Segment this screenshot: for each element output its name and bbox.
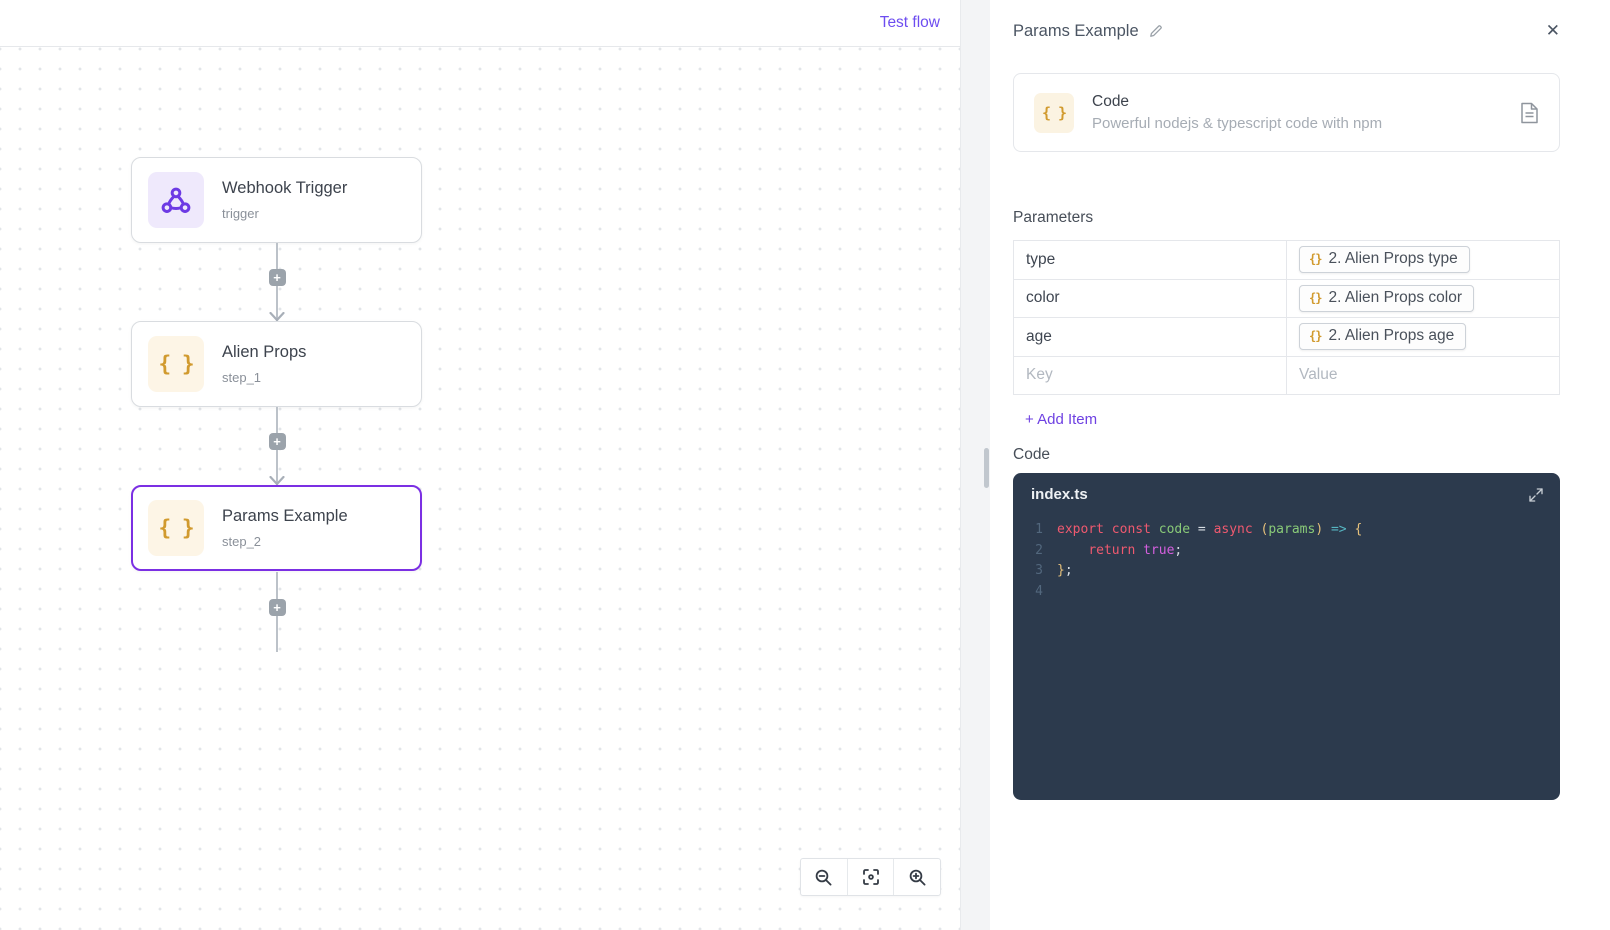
add-item-button[interactable]: + Add Item	[1013, 411, 1097, 428]
braces-glyph: { }	[158, 516, 195, 540]
table-row-empty	[1014, 356, 1559, 395]
node-text: Webhook Trigger trigger	[222, 179, 347, 221]
braces-icon: {}	[1309, 252, 1322, 267]
flow-canvas-area: Test flow Webhook Trigger trigger + {} …	[0, 0, 960, 930]
value-input[interactable]	[1299, 366, 1546, 385]
node-webhook-trigger[interactable]: Webhook Trigger trigger	[131, 157, 422, 243]
braces-icon: {}	[1309, 329, 1322, 344]
panel-title: Params Example	[1013, 21, 1139, 40]
node-text: Alien Props step_1	[222, 343, 306, 385]
node-subtitle: step_2	[222, 534, 262, 549]
node-alien-props[interactable]: { } Alien Props step_1	[131, 321, 422, 407]
node-params-example[interactable]: { } Params Example step_2	[131, 485, 422, 571]
param-key[interactable]: age	[1014, 318, 1287, 356]
param-key[interactable]: type	[1014, 241, 1287, 279]
fit-view-icon	[862, 869, 879, 885]
braces-icon: { }	[148, 500, 204, 556]
edge-connector: +	[268, 407, 286, 486]
editor-gutter: 1 2 3 4	[1013, 520, 1057, 602]
edge-connector: +	[268, 243, 286, 322]
panel-header: Params Example ✕	[1013, 0, 1560, 62]
node-subtitle: trigger	[222, 206, 259, 221]
parameters-heading: Parameters	[1013, 209, 1094, 226]
zoom-out-icon	[816, 869, 832, 886]
app-root: Test flow Webhook Trigger trigger + {} …	[0, 0, 1610, 930]
data-token-chip[interactable]: {} 2. Alien Props type	[1299, 246, 1470, 274]
edit-name-pencil-icon[interactable]	[1148, 23, 1164, 39]
line-number: 2	[1035, 542, 1043, 558]
param-value: {} 2. Alien Props color	[1287, 280, 1559, 318]
step-settings-panel: Params Example ✕ { } Code Powerful nodej…	[990, 0, 1610, 930]
editor-header: index.ts	[1013, 473, 1560, 503]
node-title: Params Example	[222, 507, 348, 525]
flow-canvas[interactable]: Webhook Trigger trigger + { } Alien Prop…	[0, 47, 960, 930]
canvas-topbar: Test flow	[0, 0, 960, 47]
editor-code[interactable]: export const code = async (params) => { …	[1057, 520, 1560, 602]
token-label: 2. Alien Props type	[1328, 250, 1458, 268]
param-value: {} 2. Alien Props age	[1287, 318, 1559, 356]
code-line: return true;	[1088, 542, 1183, 558]
code-editor: index.ts 1 2 3 4 export const code = async …	[1013, 473, 1560, 800]
docs-icon[interactable]	[1520, 102, 1539, 124]
table-row: color {} 2. Alien Props color	[1014, 279, 1559, 318]
filename-label: index.ts	[1031, 486, 1088, 503]
fit-view-button[interactable]	[846, 859, 894, 895]
close-panel-button[interactable]: ✕	[1546, 21, 1560, 41]
block-info-card: { } Code Powerful nodejs & typescript co…	[1013, 73, 1560, 152]
line-number: 1	[1035, 522, 1043, 537]
braces-icon: { }	[1034, 92, 1074, 133]
zoom-in-button[interactable]	[893, 859, 940, 895]
resize-handle-icon[interactable]	[984, 448, 989, 488]
token-label: 2. Alien Props color	[1328, 288, 1462, 306]
add-step-button[interactable]: +	[268, 269, 286, 286]
line-number: 4	[1035, 583, 1043, 599]
parameters-table: type {} 2. Alien Props type color {} 2. …	[1013, 240, 1560, 395]
node-title: Webhook Trigger	[222, 179, 348, 197]
block-subtitle: Powerful nodejs & typescript code with n…	[1092, 115, 1383, 132]
line-number: 3	[1035, 563, 1043, 578]
zoom-out-button[interactable]	[801, 859, 847, 895]
param-value: {} 2. Alien Props type	[1287, 241, 1559, 279]
param-key[interactable]: color	[1014, 279, 1287, 317]
table-row: type {} 2. Alien Props type	[1014, 241, 1559, 280]
edge-connector: +	[268, 572, 286, 652]
code-line: };	[1057, 563, 1073, 578]
expand-icon	[1529, 487, 1543, 502]
param-value-cell	[1287, 357, 1559, 395]
key-input[interactable]	[1026, 366, 1273, 385]
table-row: age {} 2. Alien Props age	[1014, 318, 1559, 357]
canvas-zoom-toolbar	[800, 858, 941, 896]
editor-body[interactable]: 1 2 3 4 export const code = async (params) …	[1013, 520, 1560, 602]
braces-glyph: { }	[158, 352, 195, 376]
block-title: Code	[1092, 93, 1130, 110]
node-text: Params Example step_2	[222, 507, 348, 549]
add-step-button[interactable]: +	[268, 599, 286, 616]
webhook-icon	[148, 172, 204, 228]
node-title: Alien Props	[222, 343, 307, 361]
braces-glyph: { }	[1041, 103, 1067, 122]
add-step-button[interactable]: +	[268, 433, 286, 450]
expand-editor-button[interactable]	[1528, 487, 1544, 503]
code-heading: Code	[1013, 446, 1051, 463]
zoom-in-icon	[909, 869, 926, 886]
node-subtitle: step_1	[222, 370, 262, 385]
param-key-cell	[1014, 356, 1287, 394]
braces-icon: {}	[1309, 290, 1322, 305]
panel-resizer[interactable]	[960, 0, 990, 930]
code-line: export const code = async (params) => {	[1057, 522, 1363, 537]
token-label: 2. Alien Props age	[1328, 327, 1455, 345]
block-text: Code Powerful nodejs & typescript code w…	[1092, 93, 1382, 132]
test-flow-button[interactable]: Test flow	[880, 14, 940, 32]
data-token-chip[interactable]: {} 2. Alien Props color	[1299, 284, 1474, 312]
data-token-chip[interactable]: {} 2. Alien Props age	[1299, 323, 1467, 351]
braces-icon: { }	[148, 336, 204, 392]
